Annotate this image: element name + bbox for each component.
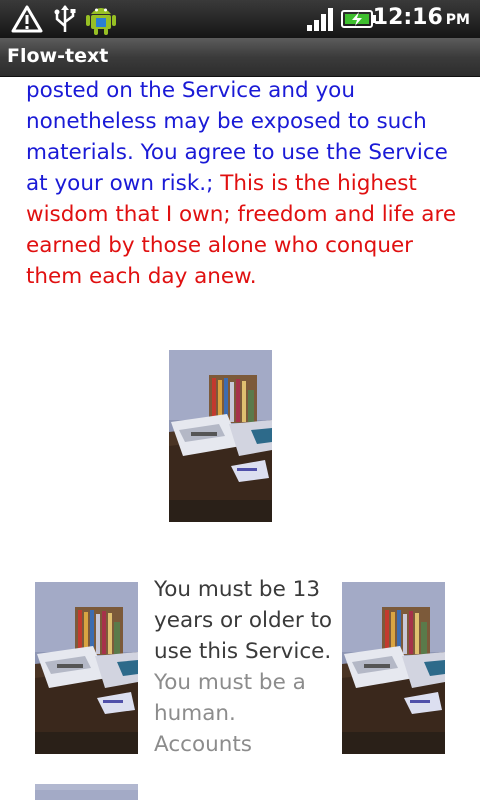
photo-right <box>342 582 445 754</box>
clock: 12:16 PM <box>373 5 470 30</box>
android-icon <box>86 8 116 35</box>
human-requirement-text: You must be a human. Accounts <box>154 670 306 757</box>
content-area[interactable]: posted on the Service and you nonetheles… <box>0 77 480 800</box>
warning-icon <box>11 5 43 33</box>
photo-bottom-left <box>35 784 138 800</box>
text-paragraph: posted on the Service and you nonetheles… <box>26 77 471 292</box>
battery-charging-icon <box>341 10 376 28</box>
signal-icon <box>307 8 333 31</box>
usb-icon <box>54 5 76 32</box>
status-bar: 12:16 PM <box>0 0 480 38</box>
photo-left <box>35 582 138 754</box>
clock-time: 12:16 <box>372 5 443 30</box>
age-requirement-text: You must be 13 years or older to use thi… <box>154 577 333 664</box>
title-bar: Flow-text <box>0 38 480 77</box>
app-title: Flow-text <box>7 45 109 67</box>
clock-ampm: PM <box>445 12 470 28</box>
flow-text: You must be 13 years or older to use thi… <box>154 574 334 760</box>
photo-center <box>169 350 272 522</box>
